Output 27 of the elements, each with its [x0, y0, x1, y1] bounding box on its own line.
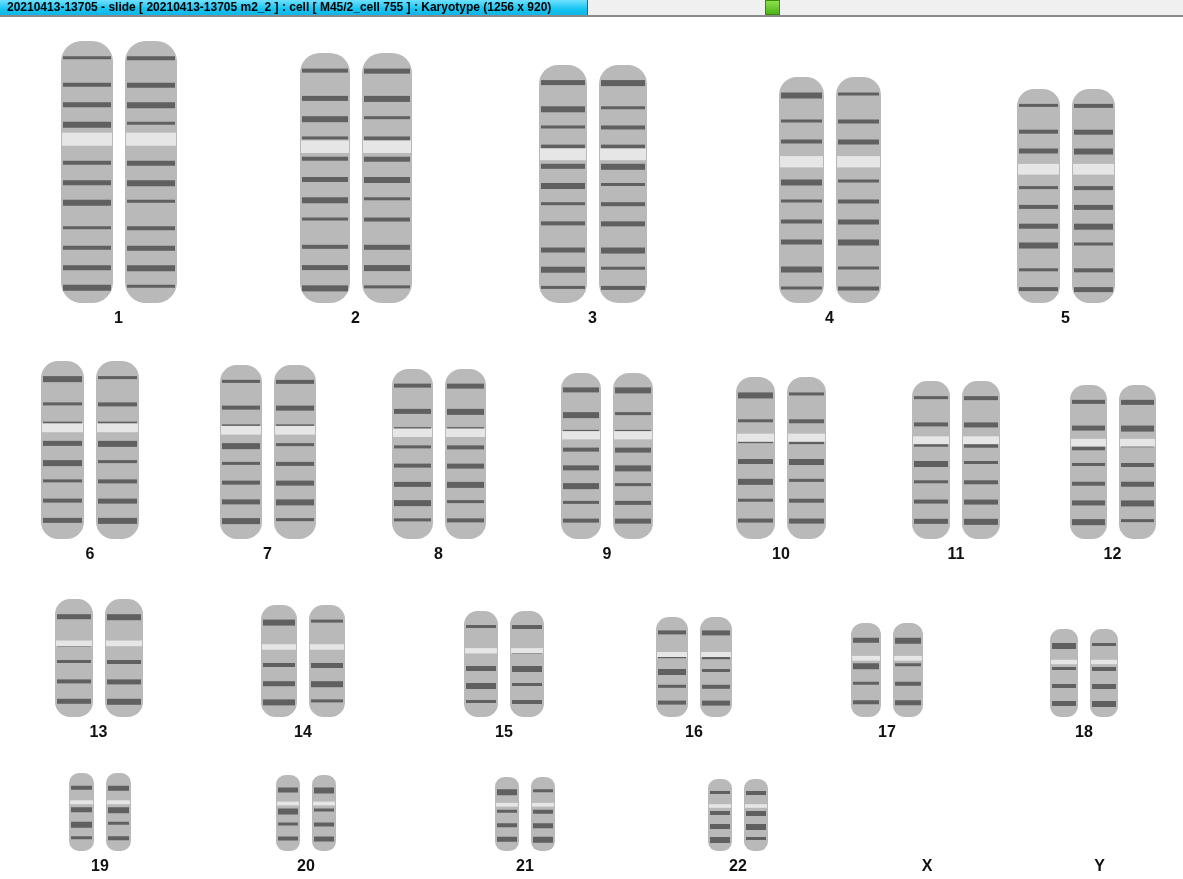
chromosome-label: 20 — [297, 857, 315, 875]
chromosome-label: 3 — [588, 309, 597, 327]
chromosome-label: 2 — [351, 309, 360, 327]
chromosome-label: 5 — [1061, 309, 1070, 327]
window-title: 20210413-13705 - slide [ 20210413-13705 m2_2 ] : cell [ M45/2_cell 755 ] : Karyotype (1256 x 920) — [0, 0, 588, 15]
chromosome-label: 11 — [947, 545, 965, 563]
chromosome-label: 13 — [89, 723, 108, 741]
chromosome-pair-drawing — [708, 779, 768, 851]
chromosome-label: 9 — [602, 545, 612, 563]
chromosome-label: 16 — [685, 723, 703, 741]
chromosome-label: X — [921, 857, 933, 875]
chromosome-label: 17 — [878, 723, 896, 741]
chromosome-label: 15 — [495, 723, 513, 741]
chromosome-label: 4 — [825, 309, 834, 327]
chromosome-label: Y — [1094, 857, 1105, 875]
chromosome-label: 22 — [729, 857, 747, 875]
chromosome-label: 6 — [85, 545, 95, 563]
chromosome-label: 7 — [263, 545, 272, 563]
chromosome-label: 21 — [516, 857, 534, 875]
chromosome-label: 8 — [434, 545, 443, 563]
status-indicator-icon — [765, 0, 780, 15]
chromosome-label: 12 — [1103, 545, 1122, 563]
chromosome-label: 1 — [114, 309, 123, 327]
chromosome-label: 18 — [1075, 723, 1093, 741]
chromosome-label: 19 — [91, 857, 109, 875]
chromosome-label: 10 — [772, 545, 790, 563]
chromosome-label: 14 — [294, 723, 312, 741]
